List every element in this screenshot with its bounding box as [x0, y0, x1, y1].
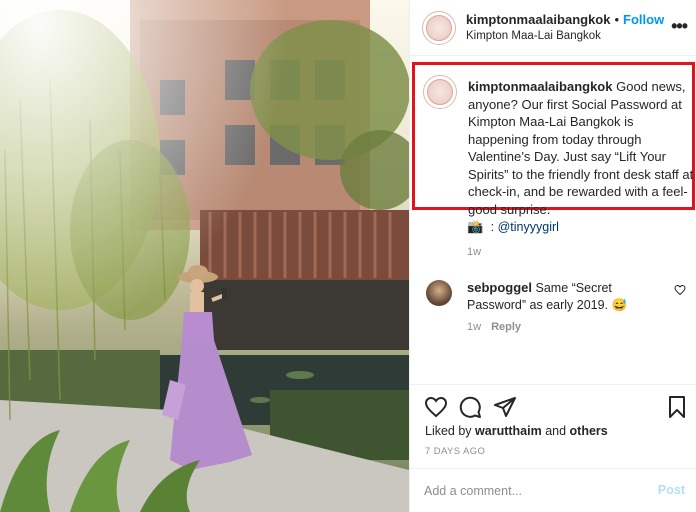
caption-body: Good news, anyone? Our first Social Pass… — [468, 79, 694, 217]
caption-age[interactable]: 1w — [467, 246, 481, 258]
caption-highlight: kimptonmaalaibangkok Good news, anyone? … — [412, 62, 695, 217]
reply-button[interactable]: Reply — [491, 321, 521, 333]
location-link[interactable]: Kimpton Maa-Lai Bangkok — [466, 30, 601, 42]
action-bar — [410, 384, 696, 428]
comment-input[interactable] — [424, 481, 634, 501]
credit-mention[interactable]: @tinyyygirl — [498, 220, 559, 234]
comment-heart-icon[interactable] — [674, 284, 686, 296]
comment-meta: 1w Reply — [467, 321, 521, 333]
commenter-avatar[interactable] — [426, 280, 452, 306]
separator-dot: • — [614, 12, 620, 27]
heart-icon[interactable] — [424, 395, 448, 419]
header-username[interactable]: kimptonmaalaibangkok — [466, 12, 610, 27]
comment-icon[interactable] — [458, 395, 482, 419]
add-comment-bar: Post — [410, 468, 696, 512]
comment-username[interactable]: sebpoggel — [467, 280, 532, 295]
bookmark-icon[interactable] — [665, 395, 689, 419]
post-header: kimptonmaalaibangkok • Follow Kimpton Maa-… — [410, 0, 696, 56]
header-name-line: kimptonmaalaibangkok • Follow — [466, 12, 664, 27]
kimpton-logo-icon[interactable] — [422, 11, 456, 45]
comment-text: sebpoggel Same “Secret Password” as earl… — [467, 279, 667, 314]
kimpton-logo-icon[interactable] — [423, 75, 457, 109]
photo-illustration — [0, 0, 409, 512]
likes-line: Liked by warutthaim and others — [425, 424, 608, 438]
credit-separator: : — [487, 220, 498, 234]
camera-icon: 📸 — [467, 219, 484, 234]
post-button[interactable]: Post — [658, 483, 685, 497]
likes-user[interactable]: warutthaim — [475, 424, 542, 438]
likes-prefix: Liked by — [425, 424, 476, 438]
more-options-icon[interactable]: ••• — [671, 16, 688, 37]
photo-credit: 📸 : @tinyyygirl — [467, 219, 559, 235]
comment-age[interactable]: 1w — [467, 321, 481, 333]
likes-others[interactable]: others — [570, 424, 608, 438]
follow-button[interactable]: Follow — [623, 12, 664, 27]
likes-middle: and — [541, 424, 570, 438]
caption-text: kimptonmaalaibangkok Good news, anyone? … — [468, 78, 694, 218]
post-date[interactable]: 7 DAYS AGO — [425, 446, 485, 457]
post-photo[interactable] — [0, 0, 409, 512]
share-icon[interactable] — [493, 395, 517, 419]
caption-username[interactable]: kimptonmaalaibangkok — [468, 79, 612, 94]
post-panel: kimptonmaalaibangkok • Follow Kimpton Maa-… — [409, 0, 696, 512]
